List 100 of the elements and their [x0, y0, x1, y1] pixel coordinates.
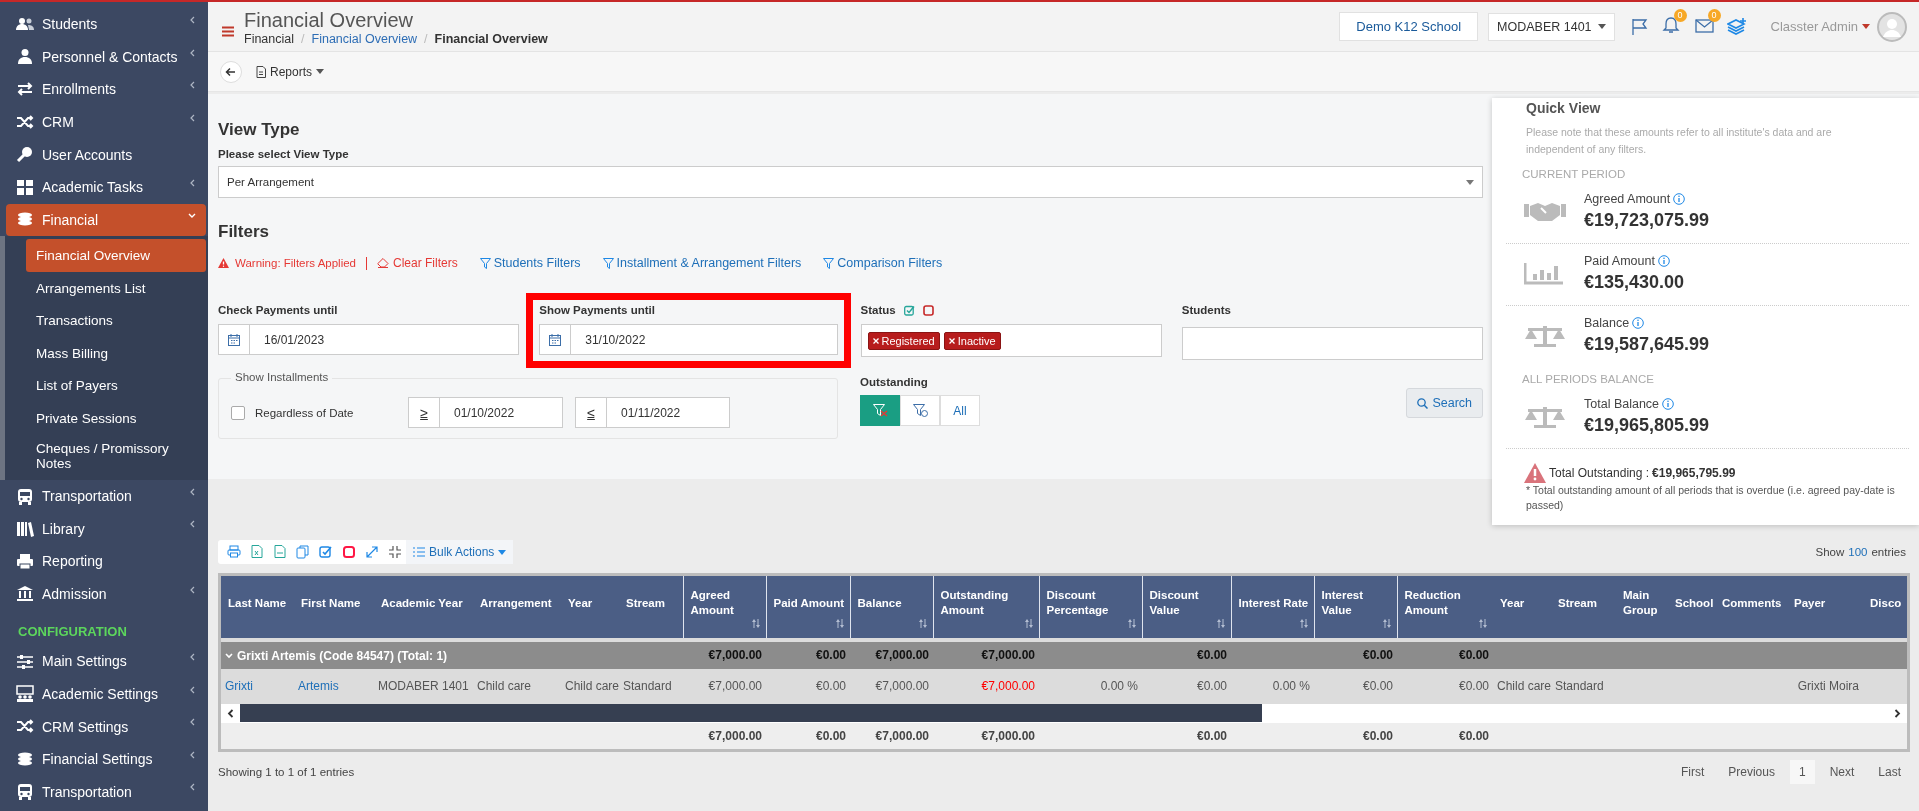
sidebar-item[interactable]: Financial: [6, 203, 206, 237]
submenu-item[interactable]: Mass Billing: [26, 336, 206, 370]
students-field[interactable]: [1181, 327, 1483, 360]
view-type-select[interactable]: Per Arrangement: [218, 166, 1483, 198]
bell-icon[interactable]: [1660, 16, 1681, 34]
sidebar-item[interactable]: Academic Tasks: [6, 170, 206, 204]
caret-icon: [1597, 24, 1606, 29]
horizontal-scrollbar[interactable]: [221, 701, 1907, 722]
submenu-item[interactable]: Arrangements List: [26, 271, 206, 305]
sidebar-item[interactable]: Personnel & Contacts: [6, 40, 206, 74]
excel-file-icon[interactable]: [249, 545, 264, 559]
sliders-icon: [16, 652, 34, 670]
info-icon[interactable]: [1673, 193, 1686, 205]
flag-icon[interactable]: [1630, 17, 1649, 36]
search-button[interactable]: Search: [1406, 388, 1483, 418]
submenu-item[interactable]: Financial Overview: [26, 239, 206, 272]
count-badge: 0: [1673, 9, 1687, 22]
column-header[interactable]: Discount Percentage: [1039, 576, 1142, 640]
filter-icon: [912, 404, 928, 417]
table-cell: 0.00 %: [1100, 679, 1138, 694]
csv-file-icon[interactable]: [272, 545, 287, 559]
info-icon[interactable]: [1657, 255, 1670, 267]
sort-icon: [918, 619, 927, 628]
status-tag[interactable]: Registered: [867, 331, 940, 350]
toggle-button[interactable]: [860, 395, 900, 426]
column-header[interactable]: Agreed Amount: [683, 576, 766, 640]
date-field[interactable]: ≥ 01/10/2022: [408, 397, 563, 428]
pagination-link[interactable]: First: [1671, 759, 1714, 784]
deselect-all-icon[interactable]: [922, 304, 934, 316]
compress-icon[interactable]: [387, 545, 402, 559]
mail-icon[interactable]: [1694, 16, 1715, 34]
sidebar-item[interactable]: Financial Settings: [6, 742, 206, 776]
date-field[interactable]: 16/01/2023: [218, 324, 520, 355]
filter-icon: [872, 404, 888, 417]
expand-icon[interactable]: [364, 545, 379, 559]
select-all-icon[interactable]: [903, 304, 915, 316]
page-size-link[interactable]: 100: [1848, 546, 1868, 558]
column-header[interactable]: Outstanding Amount: [933, 576, 1039, 640]
calendar-icon: [549, 333, 562, 346]
caret-icon: [316, 69, 325, 74]
sidebar-item[interactable]: Admission: [6, 577, 206, 611]
column-header: Main Group: [1616, 576, 1668, 640]
table-link[interactable]: Grixti: [225, 679, 253, 694]
column-header[interactable]: Paid Amount: [766, 576, 850, 640]
caret-icon: [498, 549, 507, 555]
pagination-link[interactable]: Next: [1820, 759, 1864, 784]
sort-icon: [751, 619, 760, 628]
sidebar-item[interactable]: Students: [6, 8, 206, 41]
toggle-button[interactable]: All: [940, 395, 980, 426]
sidebar-item[interactable]: Main Settings: [6, 645, 206, 678]
back-icon[interactable]: [220, 60, 242, 83]
square-icon[interactable]: [341, 545, 356, 559]
sidebar-item[interactable]: User Accounts: [6, 138, 206, 171]
info-icon[interactable]: [1662, 398, 1675, 410]
sidebar-item[interactable]: Enrollments: [6, 73, 206, 106]
submenu-item[interactable]: Transactions: [26, 304, 206, 337]
checkbox-icon[interactable]: [318, 545, 333, 559]
reports-dropdown[interactable]: Reports: [254, 62, 327, 81]
column-header[interactable]: Discount Value: [1142, 576, 1231, 640]
column-header[interactable]: Reduction Amount: [1397, 576, 1493, 640]
filter-link[interactable]: Comparison Filters: [823, 256, 943, 270]
sidebar-item[interactable]: Transportation: [6, 775, 206, 809]
column-header[interactable]: Interest Value: [1314, 576, 1397, 640]
status-tag[interactable]: Inactive: [943, 331, 1001, 350]
field-label: Status: [860, 304, 896, 316]
status-field[interactable]: Registered Inactive: [860, 324, 1162, 357]
year-dropdown[interactable]: MODABER 1401: [1488, 12, 1615, 41]
sidebar-item[interactable]: Reporting: [6, 544, 206, 578]
info-icon[interactable]: [1632, 317, 1645, 329]
print-icon[interactable]: [226, 545, 241, 559]
page-size-label: entries: [1871, 546, 1906, 558]
checkbox[interactable]: [231, 405, 245, 420]
sidebar-item[interactable]: Academic Settings: [6, 677, 206, 711]
submenu-item[interactable]: Private Sessions: [26, 402, 206, 435]
filter-link[interactable]: Students Filters: [479, 256, 581, 270]
menu-icon[interactable]: [222, 26, 234, 37]
copy-icon[interactable]: [295, 545, 310, 559]
amount-label: Agreed Amount: [1584, 192, 1671, 206]
group-row[interactable]: Grixti Artemis (Code 84547) (Total: 1) €7,000.00 €0.00 €7,000.00 €7,000.00 €0.00 €0.00 €0.00: [221, 640, 1907, 670]
filter-link[interactable]: Installment & Arrangement Filters: [602, 256, 802, 270]
column-total: €7,000.00: [981, 728, 1035, 743]
sidebar-item[interactable]: Transportation: [6, 479, 206, 513]
submenu-item[interactable]: List of Payers: [26, 369, 206, 403]
sidebar-item[interactable]: CRM Settings: [6, 710, 206, 743]
date-field[interactable]: ≤ 01/11/2022: [575, 397, 730, 428]
group-total: €0.00: [1458, 648, 1489, 663]
pagination-link[interactable]: Previous: [1719, 759, 1784, 784]
column-header[interactable]: Balance: [850, 576, 933, 640]
sidebar-item[interactable]: Library: [6, 512, 206, 545]
layers-add-icon[interactable]: [1726, 17, 1747, 36]
column-header[interactable]: Interest Rate: [1231, 576, 1314, 640]
bulk-actions-dropdown[interactable]: Bulk Actions: [406, 540, 514, 564]
pagination-link[interactable]: Last: [1869, 759, 1910, 784]
clear-filters-link[interactable]: Clear Filters: [377, 256, 458, 270]
school-button[interactable]: Demo K12 School: [1339, 12, 1479, 41]
pagination-link[interactable]: 1: [1789, 759, 1815, 784]
breadcrumb-link[interactable]: Financial Overview: [311, 31, 418, 46]
submenu-item[interactable]: Cheques / Promissory Notes: [26, 434, 206, 477]
date-field[interactable]: 31/10/2022: [539, 324, 838, 355]
sidebar-item[interactable]: CRM: [6, 105, 206, 139]
